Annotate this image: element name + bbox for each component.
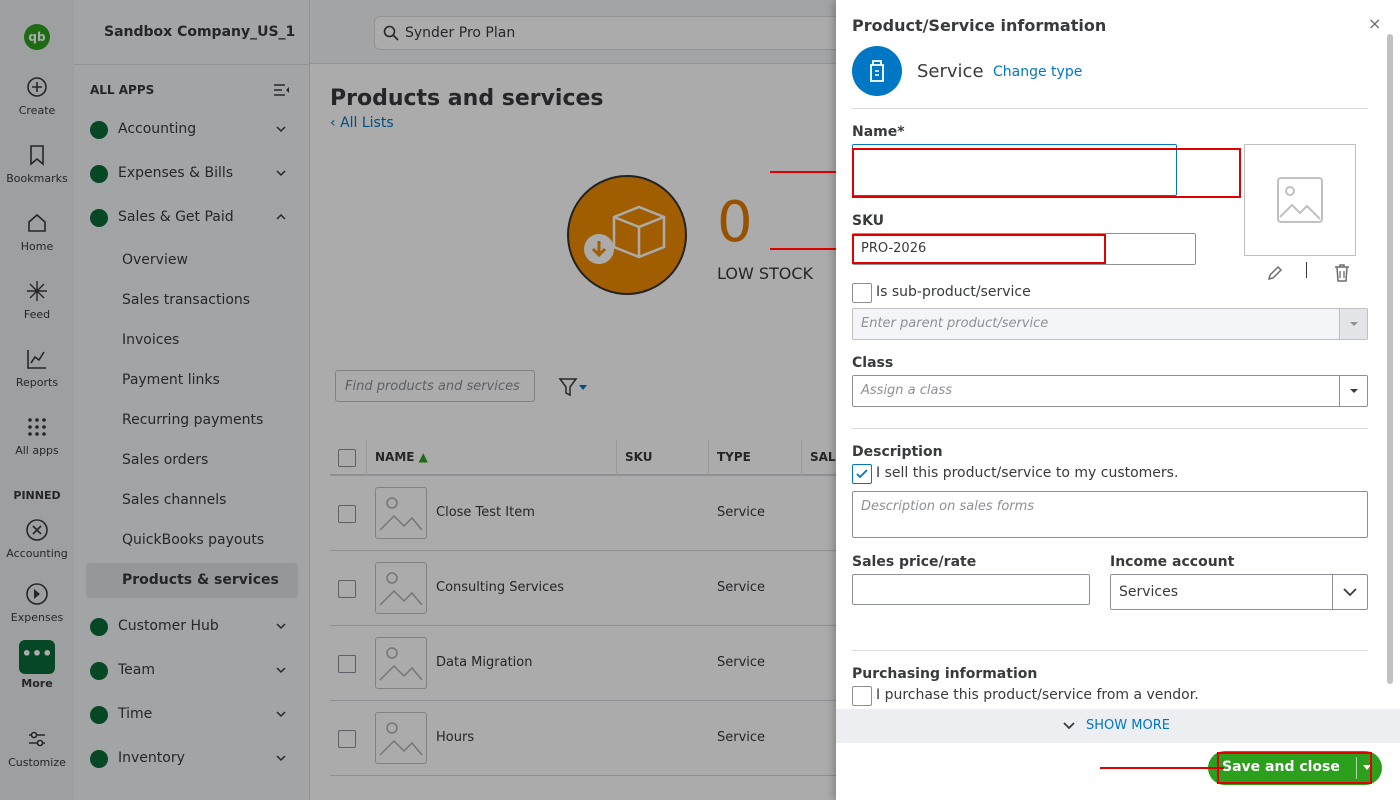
item-type-label: Service: [917, 61, 984, 82]
drawer-scrollbar[interactable]: [1387, 34, 1393, 684]
purchase-checkbox[interactable]: [852, 686, 872, 706]
sales-price-field[interactable]: [852, 574, 1090, 605]
annotation-box-save: [1217, 752, 1372, 784]
dropdown-arrow-icon: [1339, 309, 1367, 339]
trash-icon[interactable]: [1333, 263, 1351, 283]
product-service-drawer: Product/Service information × Service Ch…: [836, 0, 1400, 800]
action-separator: [1306, 262, 1307, 278]
annotation-arrow-save: [1100, 767, 1224, 769]
class-label: Class: [852, 355, 894, 371]
drawer-title: Product/Service information: [852, 16, 1107, 35]
parent-product-field[interactable]: Enter parent product/service: [852, 308, 1368, 340]
change-type-link[interactable]: Change type: [993, 64, 1082, 80]
sales-description-field[interactable]: Description on sales forms: [852, 491, 1368, 538]
image-placeholder-icon: [1277, 177, 1323, 223]
product-image-upload[interactable]: [1244, 144, 1356, 256]
chevron-down-icon: [1332, 575, 1367, 609]
income-account-select[interactable]: Services: [1110, 574, 1368, 610]
sub-product-label: Is sub-product/service: [876, 284, 1031, 300]
dropdown-arrow-icon: [1339, 376, 1367, 406]
image-actions: [1266, 262, 1356, 284]
sell-checkbox[interactable]: [852, 464, 872, 484]
drawer-divider: [852, 428, 1368, 429]
drawer-divider: [852, 650, 1368, 651]
drawer-divider: [852, 108, 1368, 109]
sub-product-checkbox[interactable]: [852, 283, 872, 303]
modal-backdrop[interactable]: [0, 0, 836, 800]
sales-price-label: Sales price/rate: [852, 554, 977, 570]
purchase-label: I purchase this product/service from a v…: [876, 687, 1199, 703]
close-icon[interactable]: ×: [1368, 14, 1381, 33]
sku-label: SKU: [852, 213, 885, 229]
class-field[interactable]: Assign a class: [852, 375, 1368, 407]
description-label: Description: [852, 444, 943, 460]
pencil-icon[interactable]: [1266, 264, 1284, 282]
show-more-link[interactable]: SHOW MORE: [1086, 718, 1170, 733]
purchasing-label: Purchasing information: [852, 666, 1038, 682]
service-type-icon: [852, 46, 902, 96]
name-label: Name*: [852, 124, 905, 140]
annotation-box-sku: [852, 234, 1106, 264]
sell-label: I sell this product/service to my custom…: [876, 465, 1179, 481]
chevron-down-icon: [1063, 722, 1075, 730]
annotation-box-name: [852, 148, 1241, 198]
show-more-bar[interactable]: SHOW MORE: [836, 709, 1400, 743]
income-account-label: Income account: [1110, 554, 1235, 570]
checkmark-icon: [856, 469, 868, 479]
